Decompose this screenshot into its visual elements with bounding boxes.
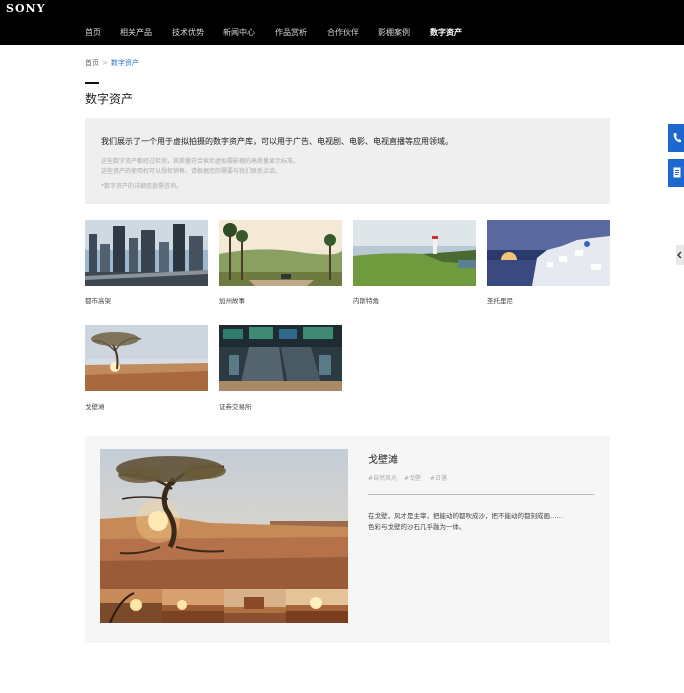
main-nav: 首页 相关产品 技术优势 新闻中心 作品赏析 合作伙伴 影棚案例 数字资产 xyxy=(0,18,684,45)
side-arrow-button[interactable] xyxy=(676,245,684,265)
strip-image-1 xyxy=(100,589,162,623)
detail-tag-2[interactable]: #戈壁 xyxy=(404,473,421,482)
asset-label-santorini[interactable]: 圣托里尼 xyxy=(487,295,513,305)
detail-strip-thumb-1[interactable] xyxy=(100,589,162,623)
detail-strip-thumb-2[interactable] xyxy=(162,589,224,623)
detail-title: 戈壁滩 xyxy=(368,455,398,466)
gobi-main-image xyxy=(100,449,348,589)
nav-item-studio-cases[interactable]: 影棚案例 xyxy=(378,27,410,38)
detail-divider xyxy=(368,494,594,495)
top-bar: SONY xyxy=(0,0,684,18)
asset-label-cliff[interactable]: 内斯特角 xyxy=(353,295,379,305)
sony-logo[interactable]: SONY xyxy=(6,2,45,15)
chevron-left-icon xyxy=(677,251,682,259)
nav-item-products[interactable]: 相关产品 xyxy=(120,27,152,38)
nav-item-works[interactable]: 作品赏析 xyxy=(275,27,307,38)
california-thumbnail xyxy=(219,220,342,286)
detail-tag-1[interactable]: #自然风光 xyxy=(368,473,397,482)
gobi-thumbnail xyxy=(85,325,208,391)
intro-box: 我们展示了一个用于虚拟拍摄的数字资产库，可以用于广告、电视剧、电影、电视直播等应… xyxy=(85,118,610,204)
breadcrumb-home[interactable]: 首页 xyxy=(85,59,99,67)
asset-label-california[interactable]: 加州故事 xyxy=(219,295,245,305)
city-thumbnail xyxy=(85,220,208,286)
intro-line-2: 这些资产的使用权可以授权销售。请根据您的需要与我们联系洽谈。 xyxy=(101,168,282,175)
page-title: 数字资产 xyxy=(85,92,134,106)
breadcrumb: 首页 > 数字资产 xyxy=(85,58,139,68)
detail-description-line-2: 色彩与戈壁的沙石几乎融为一体。 xyxy=(368,523,466,531)
intro-main-text: 我们展示了一个用于虚拟拍摄的数字资产库，可以用于广告、电视剧、电影、电视直播等应… xyxy=(101,137,453,146)
detail-strip-thumb-4[interactable] xyxy=(286,589,348,623)
document-icon xyxy=(673,167,681,178)
asset-thumb-santorini[interactable] xyxy=(487,220,610,286)
phone-icon xyxy=(673,133,681,143)
asset-thumb-city[interactable] xyxy=(85,220,208,286)
detail-main-image[interactable] xyxy=(100,449,348,589)
asset-label-gobi[interactable]: 戈壁滩 xyxy=(85,401,105,411)
asset-thumb-gobi[interactable] xyxy=(85,325,208,391)
nav-item-digital-assets[interactable]: 数字资产 xyxy=(430,27,462,38)
strip-image-2 xyxy=(162,589,224,623)
asset-thumb-exchange[interactable] xyxy=(219,325,342,391)
nav-item-news[interactable]: 新闻中心 xyxy=(223,27,255,38)
detail-tag-3[interactable]: #日落 xyxy=(430,473,447,482)
breadcrumb-separator: > xyxy=(102,59,108,67)
detail-strip-thumb-3[interactable] xyxy=(224,589,286,623)
asset-thumb-cliff[interactable] xyxy=(353,220,476,286)
detail-description-line-1: 在戈壁，风才是主宰，把能动的都吹成沙，把不能动的都刻成画…… xyxy=(368,512,563,520)
breadcrumb-current: 数字资产 xyxy=(110,59,139,67)
document-button[interactable] xyxy=(668,159,684,187)
nav-item-home[interactable]: 首页 xyxy=(85,27,101,38)
asset-label-city[interactable]: 都市高架 xyxy=(85,295,111,305)
strip-image-4 xyxy=(286,589,348,623)
phone-button[interactable] xyxy=(668,124,684,152)
santorini-thumbnail xyxy=(487,220,610,286)
exchange-thumbnail xyxy=(219,325,342,391)
title-accent-bar xyxy=(85,82,99,84)
asset-thumb-california[interactable] xyxy=(219,220,342,286)
intro-note: *数字资产的详细信息需咨询。 xyxy=(101,183,183,190)
asset-label-exchange[interactable]: 证券交易所 xyxy=(219,401,252,411)
cliff-thumbnail xyxy=(353,220,476,286)
intro-line-1: 这些数字资产都经过检测，其质量符合索尼虚拟摄影棚的高质量显示标准。 xyxy=(101,158,300,165)
nav-item-technology[interactable]: 技术优势 xyxy=(172,27,204,38)
nav-item-partners[interactable]: 合作伙伴 xyxy=(327,27,359,38)
strip-image-3 xyxy=(224,589,286,623)
